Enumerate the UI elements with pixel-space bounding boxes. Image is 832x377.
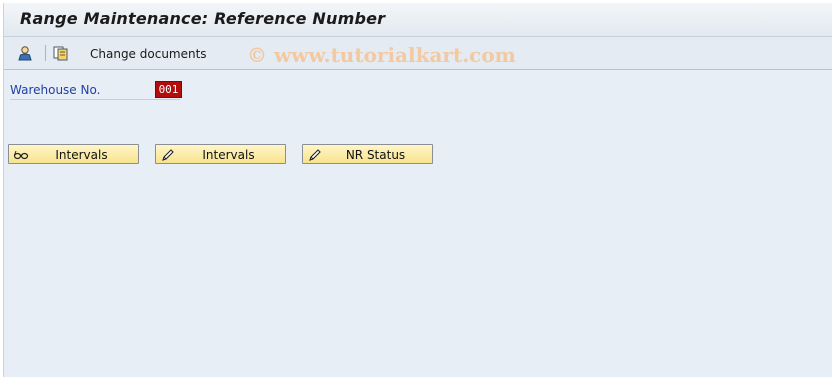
- intervals-change-label: Intervals: [202, 148, 255, 162]
- title-bar: Range Maintenance: Reference Number: [4, 3, 832, 37]
- pencil-icon: [307, 147, 323, 161]
- watermark-text: © www.tutorialkart.com: [247, 43, 516, 67]
- application-toolbar: Change documents © www.tutorialkart.com: [4, 37, 832, 70]
- toolbar-separator: [45, 45, 46, 61]
- nr-status-label: NR Status: [345, 148, 406, 162]
- user-icon[interactable]: [16, 45, 34, 61]
- copy-icon[interactable]: [52, 45, 70, 61]
- intervals-display-button[interactable]: Intervals: [8, 144, 139, 164]
- glasses-icon: [13, 147, 29, 161]
- warehouse-number-field[interactable]: 001: [155, 81, 182, 98]
- pencil-icon: [160, 147, 176, 161]
- nr-status-button[interactable]: NR Status: [302, 144, 433, 164]
- sap-window: Range Maintenance: Reference Number Chan…: [3, 3, 832, 377]
- intervals-display-label: Intervals: [55, 148, 108, 162]
- change-documents-button[interactable]: Change documents: [90, 47, 207, 61]
- intervals-change-button[interactable]: Intervals: [155, 144, 286, 164]
- page-title: Range Maintenance: Reference Number: [20, 9, 386, 28]
